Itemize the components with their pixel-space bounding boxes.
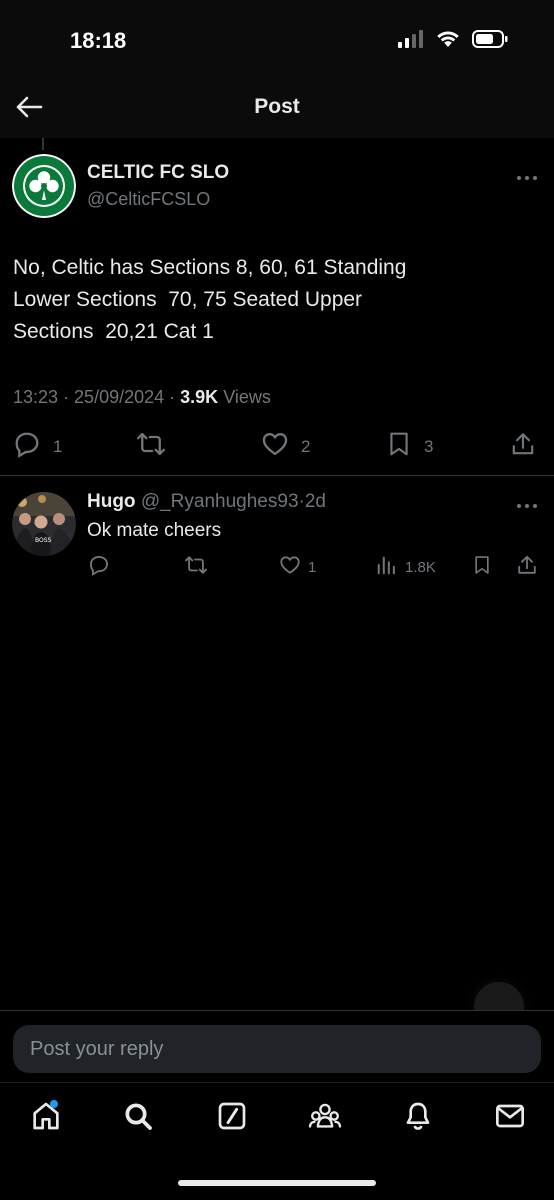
repost-button[interactable]	[135, 430, 167, 463]
status-time: 18:18	[70, 28, 127, 53]
more-button[interactable]	[516, 496, 538, 514]
grok-icon	[216, 1100, 248, 1137]
post-text-line: No, Celtic has Sections 8, 60, 61 Standi…	[13, 256, 407, 279]
avatar[interactable]	[12, 154, 76, 218]
header: Post	[0, 80, 554, 138]
user-photo: BOSS	[12, 492, 76, 556]
reply-author-name[interactable]: Hugo	[87, 491, 136, 512]
battery-icon	[472, 30, 508, 53]
reply-author-handle[interactable]: @_Ryanhughes93	[141, 491, 299, 512]
share-button[interactable]	[510, 430, 536, 463]
views-count: 1.8K	[405, 558, 436, 576]
post-text-line: Sections 20,21 Cat 1	[13, 320, 214, 343]
reply-actions: 1 1.8K	[0, 554, 554, 582]
wifi-icon	[436, 30, 460, 53]
notification-dot	[50, 1100, 58, 1108]
bell-icon	[402, 1100, 434, 1137]
views-button[interactable]: 1.8K	[376, 554, 436, 580]
like-count: 2	[301, 436, 311, 456]
bookmark-icon	[386, 430, 412, 463]
more-button[interactable]	[516, 168, 538, 186]
author-handle[interactable]: @CelticFCSLO	[87, 189, 210, 210]
comment-icon	[88, 554, 110, 580]
more-horizontal-icon	[516, 168, 538, 185]
reply-button[interactable]	[88, 554, 110, 580]
status-icons	[398, 30, 508, 53]
post-actions: 1 2 3	[0, 430, 554, 466]
like-count: 1	[308, 558, 317, 576]
page-title: Post	[254, 95, 300, 118]
divider	[0, 475, 554, 476]
bookmark-button[interactable]: 3	[386, 430, 433, 463]
share-button[interactable]	[516, 554, 538, 580]
bar-chart-icon	[376, 554, 398, 580]
reply-input[interactable]	[13, 1025, 541, 1073]
nav-messages[interactable]	[490, 1098, 530, 1138]
views-count[interactable]: 3.9K	[180, 387, 218, 407]
author-name[interactable]: CELTIC FC SLO	[87, 162, 229, 184]
signal-icon	[398, 30, 424, 53]
repost-icon	[135, 430, 167, 463]
nav-notifications[interactable]	[398, 1098, 438, 1138]
reply-age: 2d	[304, 491, 326, 512]
bookmark-button[interactable]	[472, 554, 492, 580]
communities-icon	[308, 1100, 342, 1137]
reply-button[interactable]: 1	[13, 430, 62, 463]
post-date: 25/09/2024	[74, 387, 165, 407]
repost-icon	[183, 554, 209, 580]
heart-icon	[261, 430, 289, 463]
reply-text: Ok mate cheers	[87, 520, 222, 541]
bookmark-count: 3	[424, 436, 434, 456]
avatar[interactable]: BOSS	[12, 492, 76, 556]
compose-bar	[0, 1010, 554, 1082]
nav-grok[interactable]	[212, 1098, 252, 1138]
heart-icon	[279, 554, 301, 580]
repost-button[interactable]	[183, 554, 209, 580]
post-time: 13:23	[13, 387, 59, 407]
bookmark-icon	[472, 554, 492, 580]
search-icon	[122, 1100, 154, 1137]
home-indicator	[178, 1180, 376, 1186]
more-horizontal-icon	[516, 496, 538, 513]
like-button[interactable]: 2	[261, 430, 310, 463]
nav-communities[interactable]	[305, 1098, 345, 1138]
reply-post[interactable]: BOSS Hugo @_Ryanhughes93·2d Ok mate chee…	[0, 486, 554, 586]
thread-line	[42, 138, 44, 150]
status-bar: 18:18	[0, 0, 554, 80]
share-icon	[510, 430, 536, 463]
post-text-line: Lower Sections 70, 75 Seated Upper	[13, 288, 363, 311]
views-label: Views	[223, 387, 271, 407]
mail-icon	[494, 1100, 526, 1137]
nav-home[interactable]	[26, 1098, 66, 1138]
comment-icon	[13, 430, 41, 463]
post-metadata: 13:23 · 25/09/2024 · 3.9K Views	[13, 387, 271, 407]
like-button[interactable]: 1	[279, 554, 316, 580]
nav-search[interactable]	[118, 1098, 158, 1138]
svg-text:BOSS: BOSS	[35, 537, 52, 544]
celtic-crest-logo	[12, 154, 76, 218]
reply-count: 1	[53, 436, 63, 456]
share-icon	[516, 554, 538, 580]
reply-header: Hugo @_Ryanhughes93·2d	[87, 491, 326, 513]
post-text: No, Celtic has Sections 8, 60, 61 Standi…	[13, 252, 533, 348]
